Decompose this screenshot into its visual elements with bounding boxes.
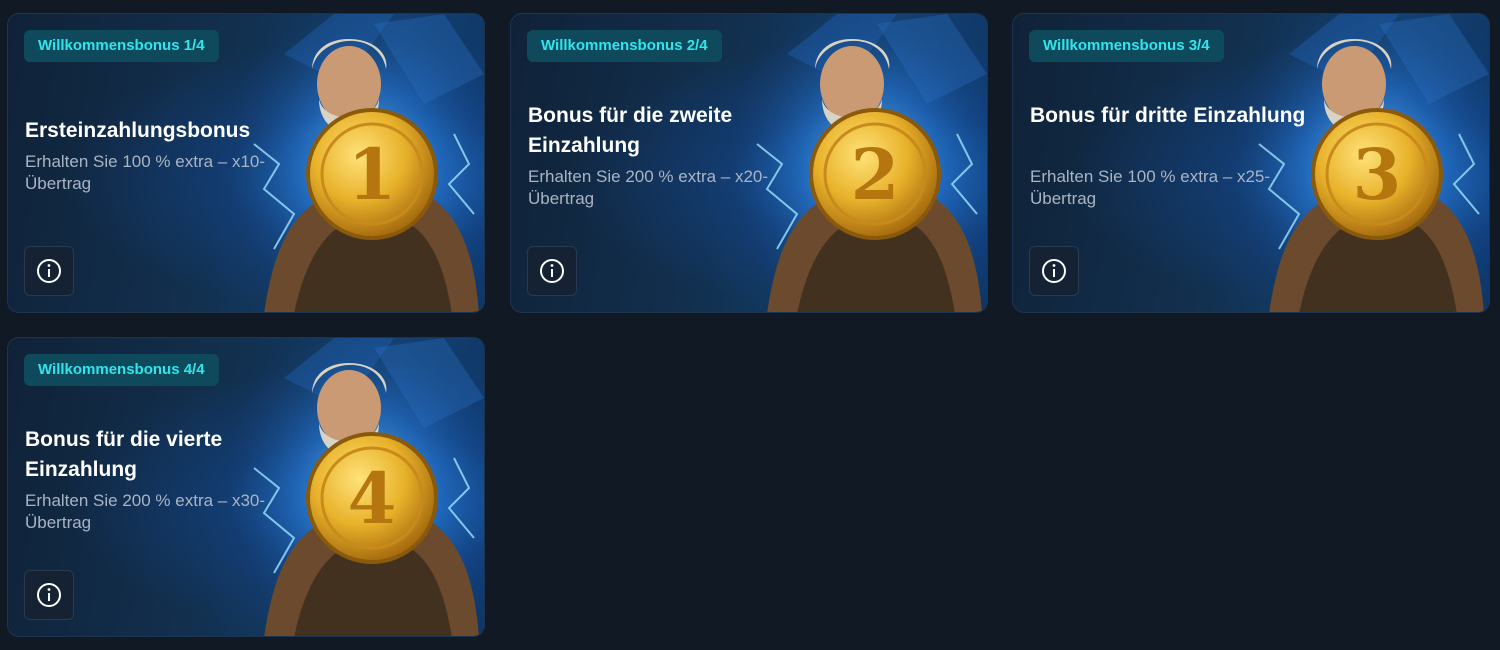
info-button[interactable] bbox=[527, 246, 577, 296]
bonus-badge: Willkommensbonus 3/4 bbox=[1029, 30, 1224, 62]
bonus-title: Ersteinzahlungsbonus bbox=[25, 119, 251, 142]
welcome-bonus-grid: 1 Willkommensbonus 1/4 Ersteinzahlungsbo… bbox=[0, 0, 1500, 650]
info-icon bbox=[540, 259, 564, 283]
bonus-badge: Willkommensbonus 4/4 bbox=[24, 354, 219, 386]
bonus-card-4[interactable]: 4 Willkommensbonus 4/4 Bonus für die vie… bbox=[7, 337, 485, 637]
bonus-description: Erhalten Sie 200 % extra – x30-Übertrag bbox=[25, 491, 266, 532]
bonus-badge: Willkommensbonus 2/4 bbox=[527, 30, 722, 62]
info-icon bbox=[1042, 259, 1066, 283]
info-button[interactable] bbox=[24, 570, 74, 620]
coin-number: 3 bbox=[1353, 133, 1402, 216]
zeus-coin-illustration: 4 bbox=[224, 338, 484, 636]
bonus-description: Erhalten Sie 100 % extra – x10-Übertrag bbox=[25, 152, 266, 193]
bonus-description: Erhalten Sie 200 % extra – x20-Übertrag bbox=[528, 167, 769, 208]
bonus-description: Erhalten Sie 100 % extra – x25-Übertrag bbox=[1030, 167, 1271, 208]
info-button[interactable] bbox=[1029, 246, 1079, 296]
coin-number: 2 bbox=[851, 133, 900, 216]
bonus-title: Bonus für die vierte Einzahlung bbox=[25, 428, 223, 481]
bonus-badge: Willkommensbonus 1/4 bbox=[24, 30, 219, 62]
bonus-title: Bonus für die zweite Einzahlung bbox=[528, 104, 733, 157]
bonus-card-2[interactable]: 2 Willkommensbonus 2/4 Bonus für die zwe… bbox=[510, 13, 988, 313]
bonus-card-1[interactable]: 1 Willkommensbonus 1/4 Ersteinzahlungsbo… bbox=[7, 13, 485, 313]
zeus-coin-illustration: 2 bbox=[727, 14, 987, 312]
info-icon bbox=[37, 259, 61, 283]
info-icon bbox=[37, 583, 61, 607]
coin-number: 4 bbox=[348, 457, 397, 540]
coin-number: 1 bbox=[348, 133, 397, 216]
bonus-title: Bonus für dritte Einzahlung bbox=[1030, 104, 1306, 127]
bonus-card-3[interactable]: 3 Willkommensbonus 3/4 Bonus für dritte … bbox=[1012, 13, 1490, 313]
zeus-coin-illustration: 3 bbox=[1229, 14, 1489, 312]
info-button[interactable] bbox=[24, 246, 74, 296]
